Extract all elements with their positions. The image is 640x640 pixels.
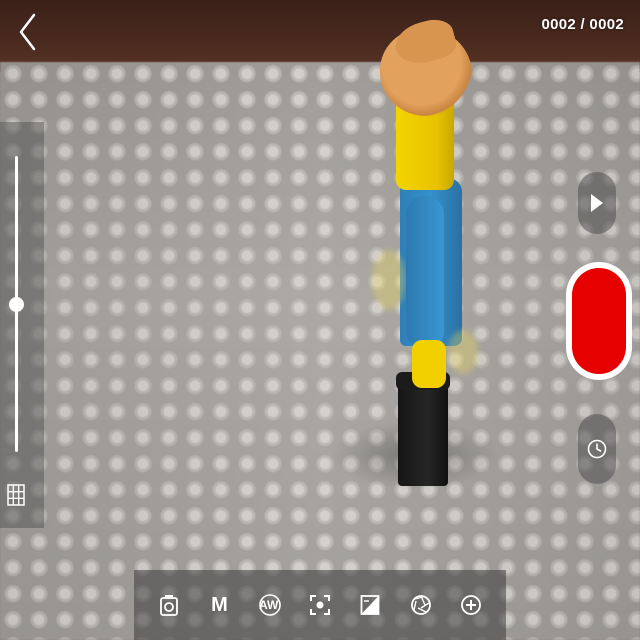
minifigure-hand [412,340,446,388]
baseplate-shade [0,62,640,640]
minifigure-arm [406,196,444,346]
add-setting-button[interactable] [451,577,491,633]
camera-viewfinder [0,0,640,640]
grid-icon [7,484,25,506]
aperture-icon [410,595,431,615]
exposure-icon [360,595,380,615]
motion-blur-hand [372,250,406,310]
manual-focus-button[interactable]: M [199,577,239,633]
timer-button[interactable] [578,414,616,484]
frame-counter: 0002 / 0002 [541,16,624,33]
aperture-button[interactable] [401,577,441,633]
play-icon [591,194,603,212]
add-icon [460,595,481,615]
play-button[interactable] [578,172,616,234]
record-button[interactable] [566,262,632,380]
focus-frame-icon [309,595,330,615]
record-icon [572,268,626,374]
manual-focus-icon: M [211,593,228,616]
white-balance-button[interactable]: AW [250,577,290,633]
capture-mode-button[interactable] [149,577,189,633]
back-button[interactable] [10,10,44,54]
exposure-button[interactable] [350,577,390,633]
grid-toggle-button[interactable] [7,484,25,506]
camera-icon [160,595,179,616]
motion-blur-hand [448,330,478,374]
clock-icon [587,439,607,459]
minifigure-legs [398,380,448,486]
white-balance-label: AW [259,598,279,612]
focus-frame-button[interactable] [300,577,340,633]
camera-settings-toolbar: M AW [134,570,506,640]
chevron-left-icon [19,13,36,51]
zoom-panel [0,122,44,528]
zoom-slider-thumb[interactable] [9,296,24,312]
